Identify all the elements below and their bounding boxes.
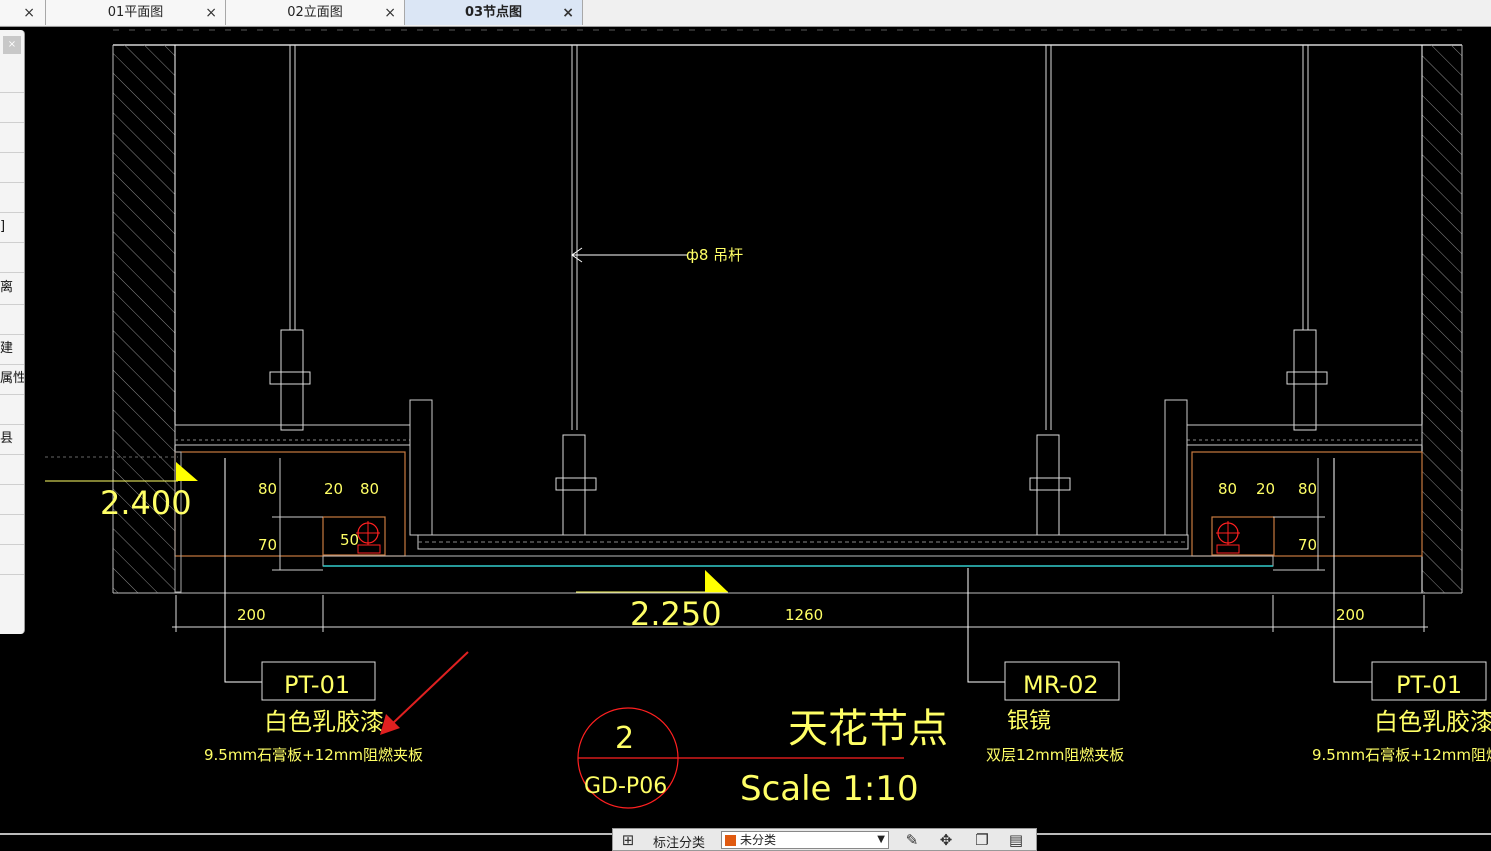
panel-row[interactable] [0, 152, 24, 183]
dim-200-left: 200 [237, 606, 266, 624]
callout-name: 白色乳胶漆 [264, 708, 384, 736]
tab-close-icon[interactable]: × [23, 0, 35, 26]
callout-name: 白色乳胶漆 [1374, 708, 1491, 736]
panel-row[interactable]: 县 [0, 424, 24, 455]
title-number: 2 [615, 721, 634, 756]
title-block: 2 GD-P06 天花节点 Scale 1:10 [577, 706, 948, 809]
dim-20-right: 20 [1256, 480, 1275, 498]
dim-80-left-h: 80 [360, 480, 379, 498]
panel-row[interactable] [0, 544, 24, 575]
tab-unnamed[interactable]: × [0, 0, 46, 25]
ceiling-slab [113, 29, 1462, 46]
panel-row[interactable] [0, 304, 24, 335]
panel-row[interactable] [0, 242, 24, 273]
panel-row[interactable] [0, 182, 24, 213]
grid-icon[interactable]: ⊞ [619, 831, 637, 849]
right-wall [1421, 45, 1463, 593]
tab-label: 02立面图 [287, 5, 343, 20]
panel-close-icon[interactable]: × [3, 36, 21, 54]
dim-80-right-v: 80 [1298, 480, 1317, 498]
category-label: 标注分类 [653, 836, 706, 851]
callout-code: PT-01 [1396, 671, 1462, 699]
title-name: 天花节点 [788, 706, 948, 752]
dim-80-left-v: 80 [258, 480, 277, 498]
chevron-down-icon: ▼ [877, 834, 885, 845]
panel-row[interactable] [0, 92, 24, 123]
dim-200-right: 200 [1336, 606, 1365, 624]
callout-spec: 双层12mm阻燃夹板 [986, 746, 1124, 764]
rod-label: ф8 吊杆 [686, 246, 743, 264]
title-sheet: GD-P06 [584, 774, 667, 799]
category-selected: 未分类 [740, 833, 777, 847]
box-dimensions: 80 20 80 70 50 80 20 80 70 [258, 480, 1317, 554]
panel-row[interactable] [0, 514, 24, 545]
edit-icon[interactable]: ✎ [903, 831, 921, 849]
rod-leader: ф8 吊杆 [571, 246, 743, 264]
tab-close-icon[interactable]: × [562, 0, 574, 26]
tab-floor-plan[interactable]: 01平面图 × [46, 0, 226, 25]
panel-row[interactable]: 离 [0, 272, 24, 305]
callout-code: MR-02 [1023, 671, 1099, 699]
cad-drawing-canvas[interactable]: ф8 吊杆 2.400 2.250 200 1260 200 80 20 80 … [0, 26, 1491, 851]
panel-row[interactable]: 建 [0, 334, 24, 365]
panel-row[interactable] [0, 62, 24, 93]
paste-icon[interactable]: ▤ [1007, 831, 1025, 849]
dim-80-right-h: 80 [1218, 480, 1237, 498]
dim-1260: 1260 [785, 606, 823, 624]
properties-side-panel[interactable]: × ] 离 建 属性 县 [0, 30, 25, 634]
callout-spec: 9.5mm石膏板+12mm阻燃夹板 [1312, 746, 1491, 764]
document-tab-bar: × 01平面图 × 02立面图 × 03节点图 × [0, 0, 1491, 27]
level-marker-center: 2.250 [576, 570, 728, 633]
title-scale: Scale 1:10 [740, 769, 919, 809]
box-dim-lines [272, 458, 1325, 571]
tab-label: 01平面图 [107, 5, 164, 20]
category-select[interactable]: 未分类 ▼ [721, 831, 889, 849]
dim-70-right: 70 [1298, 536, 1317, 554]
callout-leaders [224, 458, 1372, 683]
callout-left: PT-01 白色乳胶漆 9.5mm石膏板+12mm阻燃夹板 [204, 661, 423, 764]
callout-right: PT-01 白色乳胶漆 9.5mm石膏板+12mm阻燃夹板 [1312, 661, 1491, 764]
callout-spec: 9.5mm石膏板+12mm阻燃夹板 [204, 746, 423, 764]
panel-row[interactable]: ] [0, 212, 24, 243]
color-swatch [725, 835, 736, 846]
tab-close-icon[interactable]: × [384, 0, 396, 26]
tab-label: 03节点图 [464, 5, 523, 20]
callout-code: PT-01 [284, 671, 350, 699]
hanger-rods [269, 45, 1328, 536]
panel-row[interactable] [0, 122, 24, 153]
panel-row[interactable]: 属性 [0, 364, 24, 395]
copy-icon[interactable]: ❐ [973, 831, 991, 849]
callout-name: 银镜 [1007, 709, 1051, 734]
tab-close-icon[interactable]: × [205, 0, 217, 26]
level-left-text: 2.400 [100, 484, 192, 522]
move-icon[interactable]: ✥ [937, 831, 955, 849]
tab-node-detail[interactable]: 03节点图 × [405, 0, 583, 25]
dim-50-left: 50 [340, 531, 359, 549]
annotation-arrow [380, 651, 469, 735]
dim-20-left: 20 [324, 480, 343, 498]
lowered-ceiling-panel [322, 534, 1274, 567]
dim-70-left: 70 [258, 536, 277, 554]
panel-row[interactable] [0, 484, 24, 515]
annotation-toolbar: ⊞ 标注分类 未分类 ▼ ✎ ✥ ❐ ▤ [612, 828, 1037, 851]
panel-row[interactable] [0, 454, 24, 485]
panel-row[interactable] [0, 394, 24, 425]
dimension-chain: 200 1260 200 [172, 595, 1428, 632]
callout-center: MR-02 银镜 双层12mm阻燃夹板 [986, 661, 1124, 764]
tab-elevation[interactable]: 02立面图 × [226, 0, 405, 25]
